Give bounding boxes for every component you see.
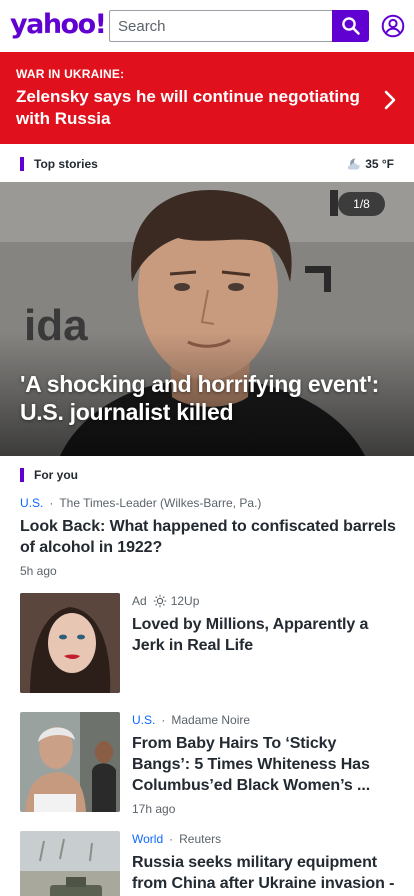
- story-thumbnail-image: [20, 712, 120, 812]
- story-thumbnail[interactable]: [20, 831, 120, 896]
- sponsor-badge-icon: [153, 594, 166, 608]
- story-meta: U.S. · The Times-Leader (Wilkes-Barre, Pa.…: [20, 495, 398, 511]
- story-thumbnail[interactable]: [20, 712, 120, 812]
- top-header: yahoo!: [0, 0, 414, 52]
- ad-label: Ad: [132, 594, 147, 608]
- top-stories-title: Top stories: [34, 157, 98, 171]
- partly-cloudy-night-icon: [347, 158, 360, 170]
- story-time: 5h ago: [20, 564, 57, 578]
- story-item[interactable]: U.S. · The Times-Leader (Wilkes-Barre, Pa.…: [20, 495, 398, 579]
- meta-separator: ·: [161, 713, 166, 727]
- ad-thumbnail-image: [20, 593, 120, 693]
- story-meta: World · Reuters: [132, 831, 397, 847]
- hero-slide-counter: 1/8: [338, 192, 385, 216]
- top-stories-bar: Top stories 35 °F: [0, 146, 414, 182]
- section-marker: [20, 157, 24, 171]
- search-icon: [341, 17, 360, 35]
- story-item[interactable]: U.S. · Madame Noire From Baby Hairs To ‘St…: [132, 712, 397, 817]
- story-title[interactable]: Look Back: What happened to confiscated …: [20, 516, 398, 558]
- breaking-news-banner[interactable]: WAR IN UKRAINE: Zelensky says he will co…: [0, 52, 414, 144]
- weather-widget[interactable]: 35 °F: [346, 156, 394, 172]
- section-marker: [20, 468, 24, 482]
- ad-sponsor[interactable]: 12Up: [171, 593, 200, 609]
- story-source: The Times-Leader (Wilkes-Barre, Pa.): [59, 496, 262, 510]
- hero-headline[interactable]: 'A shocking and horrifying event': U.S. …: [20, 370, 405, 426]
- story-category[interactable]: World: [132, 832, 163, 846]
- weather-temperature: 35 °F: [365, 157, 394, 171]
- search-box: [109, 10, 333, 42]
- for-you-bar: For you: [0, 457, 414, 493]
- hero-story[interactable]: ida 1/8 'A shocking and horrifying event…: [0, 182, 414, 456]
- story-source: Reuters: [179, 832, 222, 846]
- story-time: 17h ago: [132, 802, 176, 816]
- story-thumbnail-image: [20, 831, 120, 896]
- search-button[interactable]: [332, 10, 369, 42]
- breaking-kicker: WAR IN UKRAINE:: [16, 67, 125, 81]
- for-you-title: For you: [34, 468, 78, 482]
- story-title[interactable]: Russia seeks military equipment from Chi…: [132, 852, 397, 894]
- ad-title[interactable]: Loved by Millions, Apparently a Jerk in …: [132, 614, 397, 656]
- story-category[interactable]: U.S.: [132, 713, 155, 727]
- user-profile-icon: [381, 14, 405, 38]
- story-meta: U.S. · Madame Noire: [132, 712, 397, 728]
- yahoo-logo[interactable]: yahoo!: [10, 8, 107, 42]
- story-category[interactable]: U.S.: [20, 496, 43, 510]
- ad-item[interactable]: Ad 12Up Loved by Millions, Apparently a …: [132, 593, 397, 656]
- story-title[interactable]: From Baby Hairs To ‘Sticky Bangs’: 5 Tim…: [132, 733, 397, 796]
- search-input[interactable]: [110, 11, 333, 41]
- meta-separator: ·: [49, 496, 54, 510]
- story-thumbnail[interactable]: [20, 593, 120, 693]
- ad-meta: Ad 12Up: [132, 593, 397, 609]
- breaking-headline[interactable]: Zelensky says he will continue negotiati…: [16, 86, 366, 130]
- meta-separator: ·: [169, 832, 174, 846]
- story-item[interactable]: World · Reuters Russia seeks military equi…: [132, 831, 397, 894]
- chevron-right-icon: [384, 90, 396, 110]
- profile-button[interactable]: [381, 14, 405, 38]
- story-source: Madame Noire: [171, 713, 251, 727]
